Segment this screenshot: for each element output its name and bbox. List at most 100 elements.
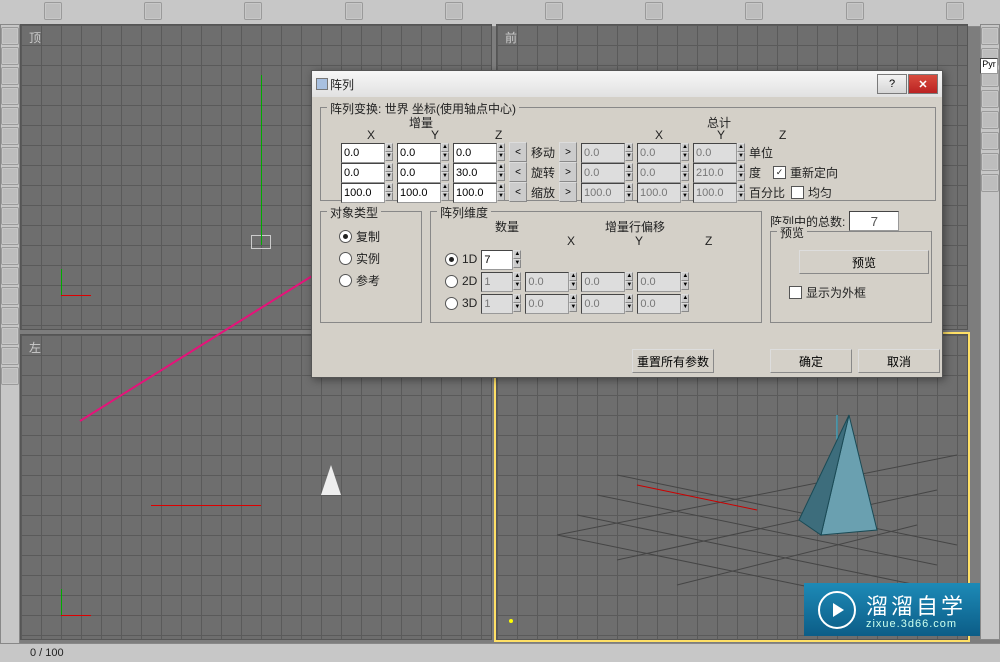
tool-button[interactable] (1, 87, 19, 105)
wireframe-checkbox[interactable]: 显示为外框 (789, 284, 866, 301)
tool-button[interactable] (1, 347, 19, 365)
2d-y[interactable]: ▲▼ (581, 272, 633, 290)
reset-button[interactable]: 重置所有参数 (632, 349, 714, 373)
type-field[interactable]: Pyr (980, 58, 998, 74)
tool-button[interactable] (1, 207, 19, 225)
3d-x[interactable]: ▲▼ (525, 294, 577, 312)
2d-z[interactable]: ▲▼ (637, 272, 689, 290)
panel-button[interactable] (981, 90, 999, 108)
toolbar-button[interactable] (144, 2, 162, 20)
toolbar-button[interactable] (745, 2, 763, 20)
rotate-z-tot[interactable]: ▲▼ (693, 163, 745, 181)
dim-1d: 1D ▲▼ (445, 250, 521, 268)
watermark: 溜溜自学 zixue.3d66.com (804, 583, 980, 636)
tool-button[interactable] (1, 287, 19, 305)
toolbar-button[interactable] (44, 2, 62, 20)
swap-right-icon[interactable]: > (559, 182, 577, 202)
tool-button[interactable] (1, 107, 19, 125)
2d-count[interactable]: ▲▼ (481, 272, 521, 290)
radio-reference[interactable]: 参考 (339, 272, 380, 289)
dialog-titlebar[interactable]: 阵列 ? ✕ (312, 71, 942, 97)
toolbar-button[interactable] (545, 2, 563, 20)
move-z-inc[interactable]: ▲▼ (453, 143, 505, 161)
move-y-inc[interactable]: ▲▼ (397, 143, 449, 161)
scale-z-tot[interactable]: ▲▼ (693, 183, 745, 201)
x-label: X (655, 128, 663, 142)
radio-3d[interactable]: 3D (445, 296, 477, 310)
y-label: Y (431, 128, 439, 142)
panel-button[interactable] (981, 153, 999, 171)
x-label: X (367, 128, 375, 142)
tool-button[interactable] (1, 127, 19, 145)
toolbar-button[interactable] (946, 2, 964, 20)
3d-z[interactable]: ▲▼ (637, 294, 689, 312)
scale-x-inc[interactable]: ▲▼ (341, 183, 393, 201)
z-label: Z (495, 128, 502, 142)
rotate-z-inc[interactable]: ▲▼ (453, 163, 505, 181)
uniform-checkbox[interactable]: 均匀 (791, 184, 832, 201)
3d-count[interactable]: ▲▼ (481, 294, 521, 312)
radio-1d[interactable]: 1D (445, 252, 477, 266)
toolbar-button[interactable] (445, 2, 463, 20)
scale-z-inc[interactable]: ▲▼ (453, 183, 505, 201)
rotate-x-tot[interactable]: ▲▼ (581, 163, 633, 181)
panel-button[interactable] (981, 174, 999, 192)
viewport-left[interactable]: 左 (20, 334, 492, 640)
tool-button[interactable] (1, 247, 19, 265)
count-label: 数量 (495, 218, 519, 235)
tool-button[interactable] (1, 147, 19, 165)
radio-instance[interactable]: 实例 (339, 250, 380, 267)
row-rotate: ▲▼ ▲▼ ▲▼ < 旋转 > ▲▼ ▲▼ ▲▼ 度 重新定向 (341, 162, 838, 182)
objtype-title: 对象类型 (327, 204, 381, 221)
viewport-label: 顶 (29, 29, 41, 46)
move-x-tot[interactable]: ▲▼ (581, 143, 633, 161)
1d-count[interactable]: ▲▼ (481, 250, 521, 268)
rotate-x-inc[interactable]: ▲▼ (341, 163, 393, 181)
swap-left-icon[interactable]: < (509, 182, 527, 202)
tool-button[interactable] (1, 67, 19, 85)
tool-button[interactable] (1, 187, 19, 205)
toolbar-button[interactable] (645, 2, 663, 20)
panel-button[interactable] (981, 132, 999, 150)
cancel-button[interactable]: 取消 (858, 349, 940, 373)
move-y-tot[interactable]: ▲▼ (637, 143, 689, 161)
tool-button[interactable] (1, 227, 19, 245)
close-button[interactable]: ✕ (908, 74, 938, 94)
toolbar-button[interactable] (846, 2, 864, 20)
reorient-checkbox[interactable]: 重新定向 (773, 164, 838, 181)
panel-button[interactable] (981, 111, 999, 129)
cursor-icon[interactable] (981, 27, 999, 45)
radio-2d[interactable]: 2D (445, 274, 477, 288)
move-unit: 单位 (749, 144, 773, 161)
tool-button[interactable] (1, 307, 19, 325)
radio-copy[interactable]: 复制 (339, 228, 380, 245)
tool-button[interactable] (1, 267, 19, 285)
tool-button[interactable] (1, 27, 19, 45)
3d-y[interactable]: ▲▼ (581, 294, 633, 312)
tool-button[interactable] (1, 167, 19, 185)
2d-x[interactable]: ▲▼ (525, 272, 577, 290)
swap-left-icon[interactable]: < (509, 162, 527, 182)
viewport-label: 前 (505, 29, 517, 46)
scale-y-tot[interactable]: ▲▼ (637, 183, 689, 201)
move-x-inc[interactable]: ▲▼ (341, 143, 393, 161)
help-button[interactable]: ? (877, 74, 907, 94)
row-move: ▲▼ ▲▼ ▲▼ < 移动 > ▲▼ ▲▼ ▲▼ 单位 (341, 142, 773, 162)
tool-button[interactable] (1, 367, 19, 385)
rotate-y-inc[interactable]: ▲▼ (397, 163, 449, 181)
preview-group: 预览 预览 显示为外框 (770, 231, 932, 323)
tool-button[interactable] (1, 47, 19, 65)
rotate-y-tot[interactable]: ▲▼ (637, 163, 689, 181)
scale-x-tot[interactable]: ▲▼ (581, 183, 633, 201)
move-z-tot[interactable]: ▲▼ (693, 143, 745, 161)
swap-left-icon[interactable]: < (509, 142, 527, 162)
ok-button[interactable]: 确定 (770, 349, 852, 373)
swap-right-icon[interactable]: > (559, 142, 577, 162)
preview-button[interactable]: 预览 (799, 250, 929, 274)
tool-button[interactable] (1, 327, 19, 345)
scale-y-inc[interactable]: ▲▼ (397, 183, 449, 201)
scale-unit: 百分比 (749, 184, 785, 201)
toolbar-button[interactable] (244, 2, 262, 20)
swap-right-icon[interactable]: > (559, 162, 577, 182)
toolbar-button[interactable] (345, 2, 363, 20)
